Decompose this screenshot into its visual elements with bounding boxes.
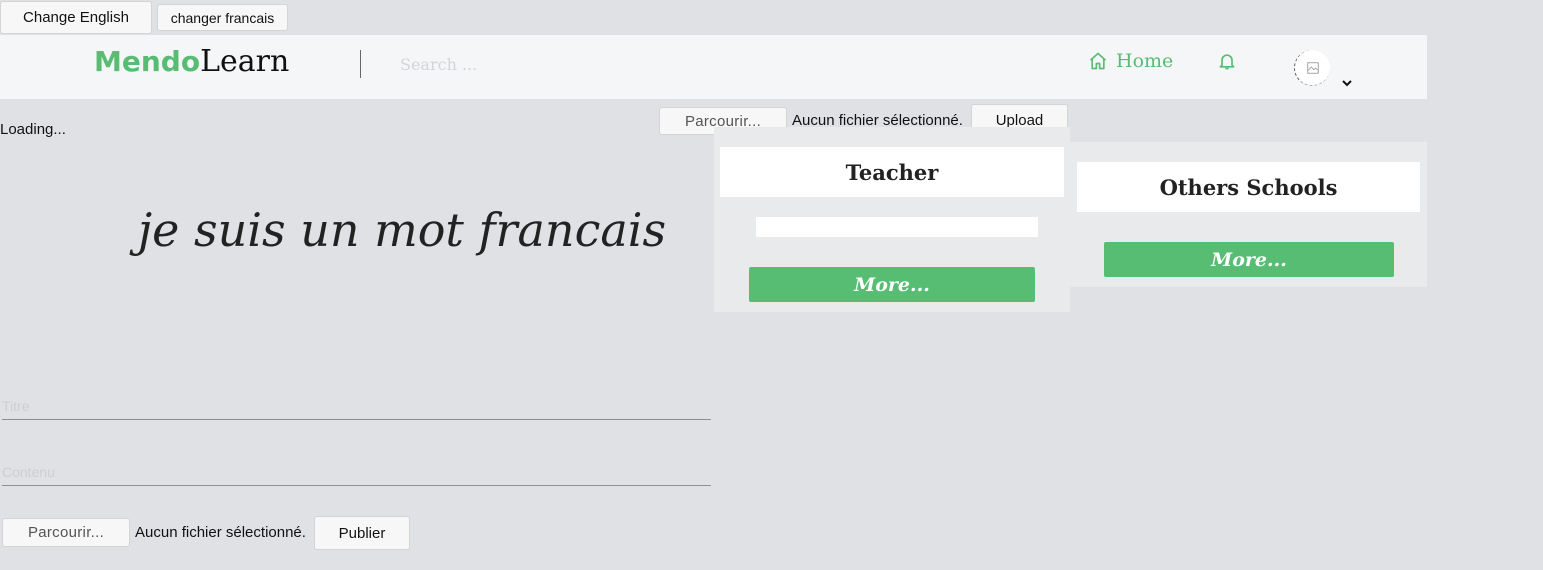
post-content-input[interactable] (2, 459, 711, 486)
broken-image-icon (1306, 61, 1319, 74)
others-schools-card-title: Others Schools (1077, 162, 1420, 212)
loading-indicator: Loading... (0, 121, 66, 138)
user-menu-toggle[interactable] (1341, 75, 1353, 93)
others-schools-more-button[interactable]: More... (1104, 242, 1394, 277)
change-french-button[interactable]: changer francais (157, 4, 288, 31)
logo-part-learn: Learn (200, 44, 290, 79)
post-browse-file-button[interactable]: Parcourir... (2, 518, 130, 547)
hero-text-content: je suis un mot francais (137, 203, 667, 257)
logo[interactable]: MendoLearn (94, 41, 289, 79)
post-title-input[interactable] (2, 393, 711, 420)
change-english-button[interactable]: Change English (0, 1, 152, 34)
chevron-down-icon (1342, 80, 1352, 87)
avatar[interactable] (1294, 50, 1330, 86)
nav-home-link[interactable]: Home (1088, 50, 1173, 72)
header-divider (360, 50, 361, 78)
navbar: MendoLearn Home (0, 35, 1427, 99)
home-icon (1089, 52, 1107, 70)
nav-home-label: Home (1116, 50, 1174, 72)
logo-part-mendo: Mendo (94, 45, 201, 78)
others-schools-card: Others Schools More... (1070, 142, 1427, 287)
teacher-card: Teacher More... (714, 127, 1070, 312)
hero-text: je suis un mot francais (0, 203, 714, 257)
search-input[interactable] (400, 51, 700, 77)
notifications-button[interactable] (1217, 50, 1237, 77)
bell-icon (1219, 54, 1235, 70)
teacher-card-field (756, 217, 1038, 237)
post-no-file-selected-text: Aucun fichier sélectionné. (135, 524, 306, 541)
teacher-more-button[interactable]: More... (749, 267, 1035, 302)
teacher-card-title: Teacher (720, 147, 1064, 197)
publish-button[interactable]: Publier (314, 516, 410, 550)
